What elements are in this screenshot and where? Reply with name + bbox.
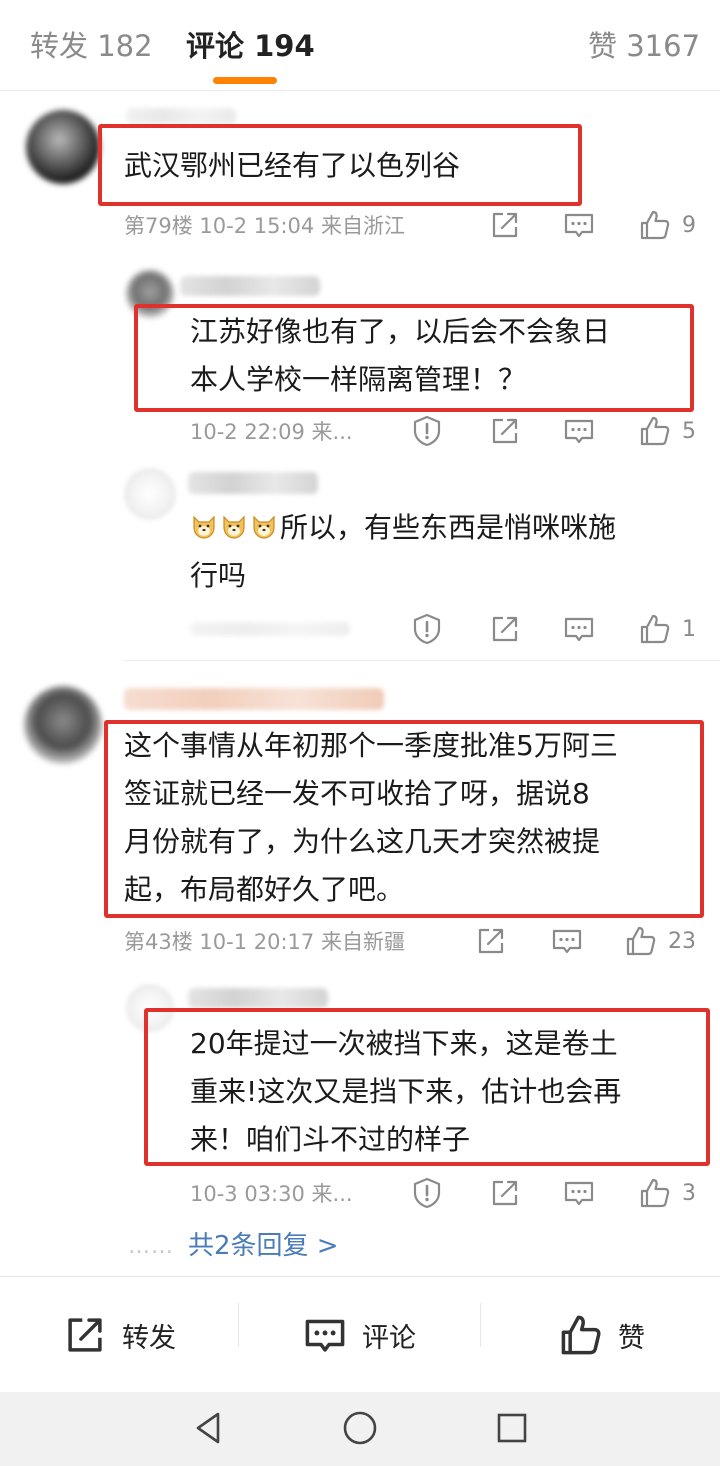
repost-button[interactable]: 转发 [62, 1277, 176, 1393]
comment-meta: 第43楼 10-1 20:17 来自新疆 [124, 928, 405, 956]
bottom-action-bar: 转发 评论 赞 [0, 1276, 720, 1393]
tab-comments[interactable]: 评论 194 [186, 28, 315, 64]
report-icon[interactable] [410, 612, 444, 646]
tab-active-indicator [213, 77, 277, 84]
reply-meta-redacted [190, 622, 350, 636]
dog-emoji-icon [190, 513, 218, 541]
tabs-divider [0, 90, 720, 91]
comment-text-line: 起，布局都好久了吧。 [124, 873, 405, 906]
reply-text-line: 20年提过一次被挡下来，这是卷土 [190, 1027, 618, 1060]
comment-meta: 第79楼 10-2 15:04 来自浙江 [124, 212, 405, 240]
avatar[interactable] [26, 110, 100, 184]
home-icon[interactable] [340, 1408, 380, 1448]
comment-divider [124, 660, 720, 661]
recents-icon[interactable] [492, 1408, 532, 1448]
like-icon[interactable] [638, 208, 672, 242]
like-count: 9 [682, 213, 696, 238]
tab-likes[interactable]: 赞 3167 [588, 28, 700, 64]
bottom-bar-separator [238, 1303, 239, 1347]
like-icon [558, 1312, 604, 1358]
comment-location: 来自浙江 [320, 214, 405, 238]
reply-text-line: 重来!这次又是挡下来，估计也会再 [190, 1075, 622, 1108]
like-count: 3 [682, 1181, 696, 1206]
comment-text: 武汉鄂州已经有了以色列谷 [124, 149, 461, 182]
reply-text-line: 本人学校一样隔离管理！？ [190, 363, 527, 396]
comment-icon [302, 1312, 348, 1358]
comment-text-line: 月份就有了，为什么这几天才突然被提 [124, 825, 601, 858]
username-redacted[interactable] [180, 276, 320, 296]
dog-emoji-icon [220, 513, 248, 541]
like-button[interactable]: 赞 [558, 1277, 645, 1393]
username-redacted[interactable] [188, 472, 318, 494]
like-count: 1 [682, 617, 696, 642]
repost-label: 转发 [122, 1322, 176, 1354]
like-label: 赞 [618, 1322, 645, 1354]
comment-icon[interactable] [562, 1176, 596, 1210]
share-icon [62, 1312, 108, 1358]
share-icon[interactable] [474, 924, 508, 958]
reply-text-line: 所以，有些东西是悄咪咪施 [190, 504, 616, 552]
report-icon[interactable] [410, 414, 444, 448]
more-replies-dots: …… [128, 1234, 174, 1259]
report-icon[interactable] [410, 1176, 444, 1210]
comment-location: 来自新疆 [320, 930, 405, 954]
bottom-bar-separator [480, 1303, 481, 1347]
like-count: 23 [668, 929, 696, 954]
comment-text-line: 这个事情从年初那个一季度批准5万阿三 [124, 729, 618, 762]
comment-label: 评论 [362, 1322, 416, 1354]
comment-floor: 第43楼 [124, 930, 193, 954]
comment-time: 10-1 20:17 [199, 930, 315, 954]
like-icon[interactable] [638, 1176, 672, 1210]
like-icon[interactable] [638, 414, 672, 448]
system-navigation-bar [0, 1392, 720, 1466]
comment-button[interactable]: 评论 [302, 1277, 416, 1393]
username-redacted[interactable] [188, 988, 328, 1008]
avatar[interactable] [124, 468, 176, 520]
reply-meta: 10-2 22:09 来... [190, 420, 353, 444]
reply-text: 所以，有些东西是悄咪咪施 [280, 511, 617, 544]
username-redacted[interactable] [124, 688, 384, 710]
avatar[interactable] [24, 686, 102, 764]
reply-text-line: 行吗 [190, 559, 247, 592]
tab-bar: 转发 182 评论 194 赞 3167 [0, 0, 720, 90]
comment-icon[interactable] [562, 414, 596, 448]
comment-floor: 第79楼 [124, 214, 193, 238]
reply-text-line: 来！咱们斗不过的样子 [190, 1123, 471, 1156]
comment-time: 10-2 15:04 [199, 214, 315, 238]
comment-icon[interactable] [562, 208, 596, 242]
like-icon[interactable] [638, 612, 672, 646]
more-replies-link[interactable]: 共2条回复 > [188, 1228, 339, 1264]
share-icon[interactable] [488, 612, 522, 646]
share-icon[interactable] [488, 208, 522, 242]
reply-meta: 10-3 03:30 来... [190, 1182, 353, 1206]
comment-icon[interactable] [550, 924, 584, 958]
like-count: 5 [682, 419, 696, 444]
like-icon[interactable] [624, 924, 658, 958]
comment-text-line: 签证就已经一发不可收拾了呀，据说8 [124, 777, 590, 810]
back-icon[interactable] [188, 1408, 228, 1448]
tab-repost[interactable]: 转发 182 [30, 28, 153, 64]
share-icon[interactable] [488, 414, 522, 448]
comment-icon[interactable] [562, 612, 596, 646]
dog-emoji-icon [250, 513, 278, 541]
reply-text-line: 江苏好像也有了，以后会不会象日 [190, 315, 611, 348]
share-icon[interactable] [488, 1176, 522, 1210]
username-redacted[interactable] [126, 108, 236, 124]
